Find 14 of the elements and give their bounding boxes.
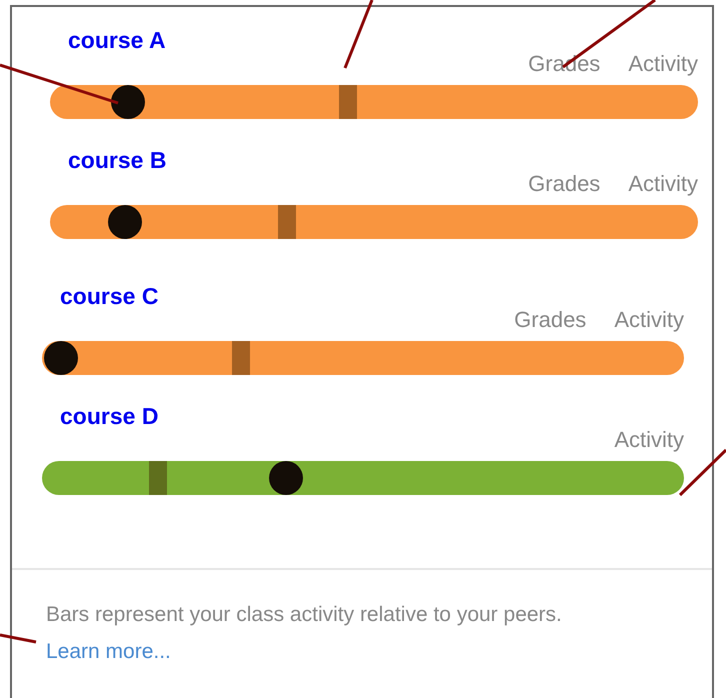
course-name: course B <box>68 147 166 173</box>
learn-more-link[interactable]: Learn more... <box>46 640 171 663</box>
column-label: Activity <box>628 51 698 78</box>
column-label: Grades <box>514 307 586 334</box>
course-name: course A <box>68 27 166 53</box>
course-name: course D <box>60 403 158 429</box>
column-label: Grades <box>528 171 600 198</box>
leader-line <box>0 634 36 644</box>
footer-text: Bars represent your class activity relative to your peers. Learn more... <box>46 602 563 665</box>
column-label: Activity <box>628 171 698 198</box>
leader-line <box>344 0 374 69</box>
column-label: Activity <box>614 307 684 334</box>
column-label: Activity <box>614 427 684 454</box>
course-name: course C <box>60 283 158 309</box>
